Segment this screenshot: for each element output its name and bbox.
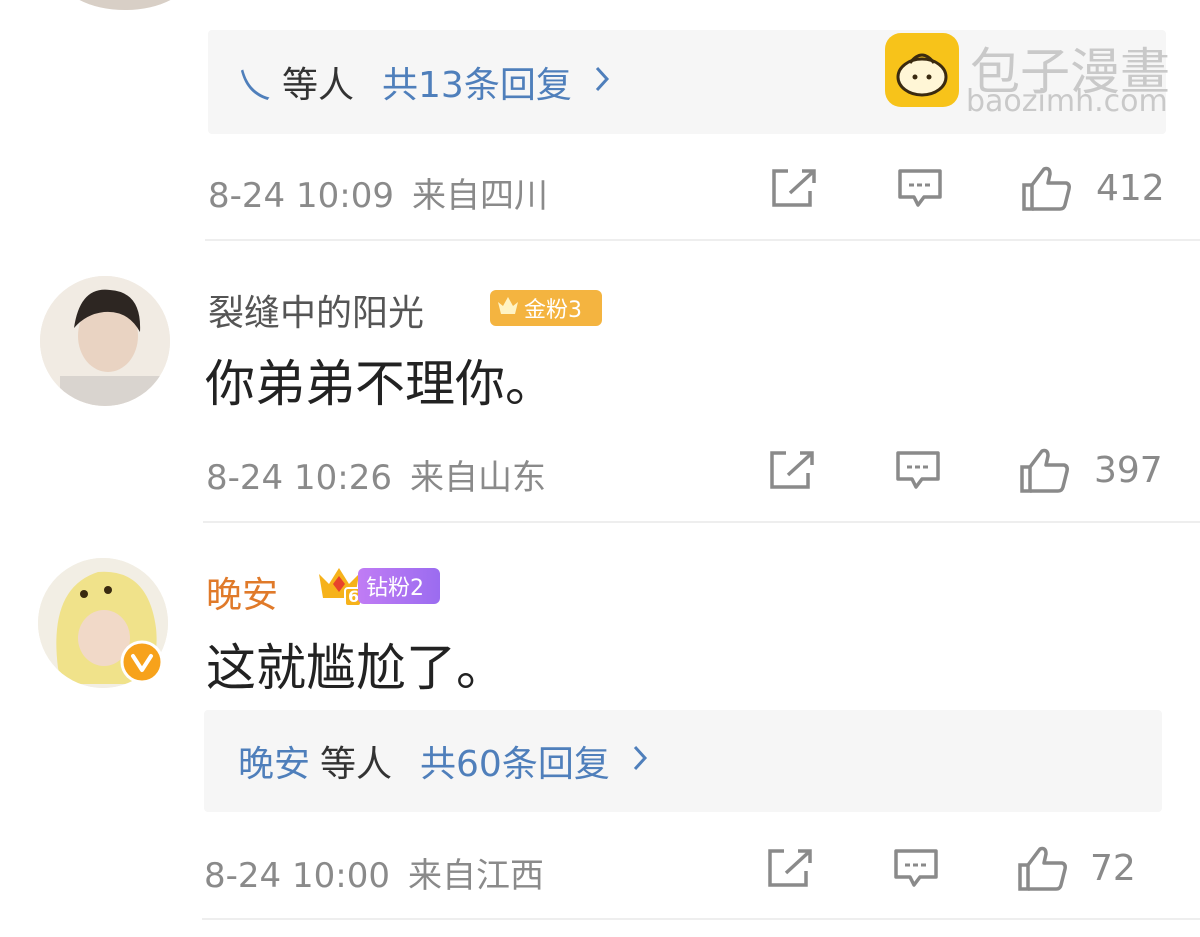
badge-label: 金粉3 [524,298,582,323]
reply-summary-others: 等人 [282,65,355,106]
comment-date: 8-24 10:09 [208,176,394,216]
comment-meta-1: 8-24 10:26 来自山东 [206,450,546,499]
fan-badge-gold[interactable]: 金粉3 [490,290,602,326]
reply-count-link[interactable]: 共13条回复 [382,56,572,108]
comment-location: 来自四川 [411,176,548,216]
like-count: 397 [1094,450,1163,491]
comment-text: 这就尴尬了。 [206,639,506,697]
badge-label: 钻粉2 [366,576,424,601]
divider [202,918,1200,920]
diamond-crown-icon: 6 [315,562,363,612]
thumbs-up-icon[interactable] [1018,447,1072,499]
comment-icon[interactable] [892,847,940,895]
username[interactable]: 晚安 [206,566,278,618]
thumbs-up-icon[interactable] [1020,165,1074,217]
reply-count-link[interactable]: 共60条回复 [420,735,610,787]
share-icon[interactable] [770,167,818,213]
comment-date: 8-24 10:00 [204,856,390,896]
comment-date: 8-24 10:26 [206,458,392,498]
reply-summary-user[interactable]: 晚安 [238,735,310,787]
comment-location: 来自江西 [407,856,544,896]
reply-summary-2[interactable]: 晚安 等人 共60条回复 [204,710,1162,812]
divider [205,239,1200,241]
username[interactable]: 裂缝中的阳光 [208,284,424,336]
comment-text: 你弟弟不理你。 [205,355,555,413]
verified-v-icon [120,640,164,688]
chevron-right-icon [594,62,610,102]
divider [203,521,1200,523]
partial-avatar-top [60,0,190,10]
comment-meta-0: 8-24 10:09 来自四川 [208,168,548,217]
share-icon[interactable] [768,449,816,495]
share-icon[interactable] [766,847,814,893]
thumbs-up-icon[interactable] [1016,845,1070,897]
watermark-domain: baozimh.com [966,84,1168,119]
avatar[interactable] [40,276,170,406]
reply-summary-user[interactable]: 乀 [236,56,272,108]
comment-meta-2: 8-24 10:00 来自江西 [204,848,544,897]
comment-location: 来自山东 [409,458,546,498]
chevron-right-icon [632,741,648,781]
watermark-logo [885,33,959,107]
reply-summary-others: 等人 [320,744,393,785]
comment-icon[interactable] [896,167,944,215]
like-count: 72 [1090,848,1136,889]
fan-badge-diamond[interactable]: 钻粉2 [358,568,440,604]
like-count: 412 [1096,168,1165,209]
crown-icon [496,294,520,322]
comment-icon[interactable] [894,449,942,497]
